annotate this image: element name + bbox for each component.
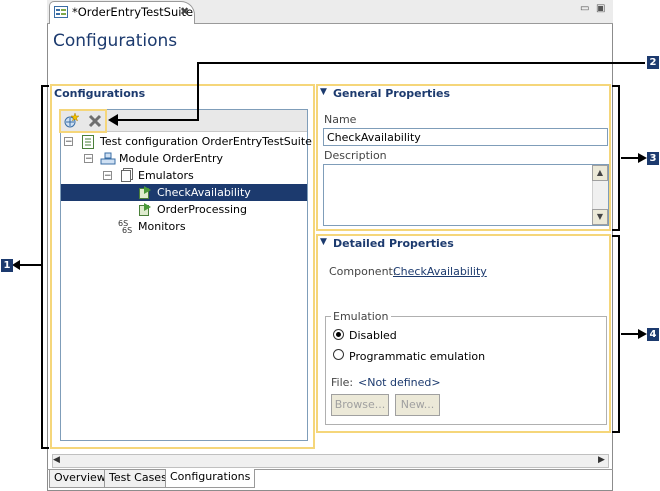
collapse-icon[interactable]: − xyxy=(103,171,112,181)
collapse-section-icon[interactable]: ▼ xyxy=(320,237,327,247)
callout-bracket-1 xyxy=(41,85,49,449)
scroll-left-icon[interactable]: ◀ xyxy=(53,455,60,465)
horizontal-scrollbar[interactable] xyxy=(52,454,609,468)
detailed-properties-title: Detailed Properties xyxy=(333,237,454,250)
collapse-icon[interactable]: − xyxy=(64,137,73,147)
callout-arrow-4 xyxy=(621,329,647,339)
file-value: <Not defined> xyxy=(358,376,441,389)
callout-arrow-1 xyxy=(12,260,41,270)
callout-2: 2 xyxy=(647,56,659,69)
new-button[interactable]: New... xyxy=(395,394,440,416)
scroll-right-icon[interactable]: ▶ xyxy=(598,455,605,465)
close-icon[interactable]: ✖ xyxy=(180,5,189,18)
maximize-icon[interactable]: ▣ xyxy=(596,3,605,14)
tree-item-test-configuration[interactable]: Test configuration OrderEntryTestSuite xyxy=(100,133,312,150)
emulator-icon xyxy=(139,203,151,216)
callout-arrow-2 xyxy=(108,62,645,126)
radio-disabled[interactable] xyxy=(333,329,344,340)
emulators-folder-icon xyxy=(121,168,133,182)
callout-4: 4 xyxy=(647,328,659,341)
svg-text:6S: 6S xyxy=(122,226,132,234)
component-link[interactable]: CheckAvailability xyxy=(393,265,487,278)
radio-programmatic-label: Programmatic emulation xyxy=(349,350,486,363)
add-emulator-icon xyxy=(64,112,80,128)
description-field[interactable] xyxy=(323,164,609,226)
emulation-group-label: Emulation xyxy=(331,310,391,323)
tree-item-checkavailability[interactable]: CheckAvailability xyxy=(157,184,251,201)
browse-button[interactable]: Browse... xyxy=(331,394,389,416)
tree-item-module[interactable]: Module OrderEntry xyxy=(119,150,223,167)
tab-test-cases[interactable]: Test Cases xyxy=(104,470,172,488)
name-field[interactable]: CheckAvailability xyxy=(323,128,608,146)
radio-disabled-label: Disabled xyxy=(349,329,397,342)
emulator-icon xyxy=(139,186,151,199)
tree-item-emulators[interactable]: Emulators xyxy=(138,167,194,184)
radio-programmatic[interactable] xyxy=(333,349,344,360)
module-icon xyxy=(100,152,116,165)
collapse-icon[interactable]: − xyxy=(84,154,93,164)
page-title: Configurations xyxy=(53,31,178,51)
scroll-down-icon[interactable]: ▼ xyxy=(592,209,608,225)
name-field-value: CheckAvailability xyxy=(327,131,421,144)
tab-configurations[interactable]: Configurations xyxy=(165,469,256,488)
callout-bracket-4 xyxy=(612,235,620,433)
callout-bracket-3 xyxy=(612,85,620,231)
component-label: Component: xyxy=(329,265,397,278)
add-emulator-button[interactable] xyxy=(62,112,82,130)
callout-arrow-3 xyxy=(621,153,647,163)
test-configuration-icon xyxy=(82,135,94,149)
tree-item-monitors[interactable]: Monitors xyxy=(138,218,186,235)
callout-1: 1 xyxy=(1,259,13,272)
file-label: File: xyxy=(331,376,354,389)
monitors-icon: 6S 6S xyxy=(118,219,132,234)
minimize-icon[interactable]: ▭ xyxy=(580,3,589,14)
description-label: Description xyxy=(324,149,387,162)
tab-overview[interactable]: Overview xyxy=(49,470,111,488)
editor-tab-title: *OrderEntryTestSuite xyxy=(72,5,194,19)
test-suite-icon xyxy=(54,6,68,18)
callout-3: 3 xyxy=(647,152,659,165)
scroll-up-icon[interactable]: ▲ xyxy=(592,165,608,181)
tree-item-orderprocessing[interactable]: OrderProcessing xyxy=(157,201,247,218)
